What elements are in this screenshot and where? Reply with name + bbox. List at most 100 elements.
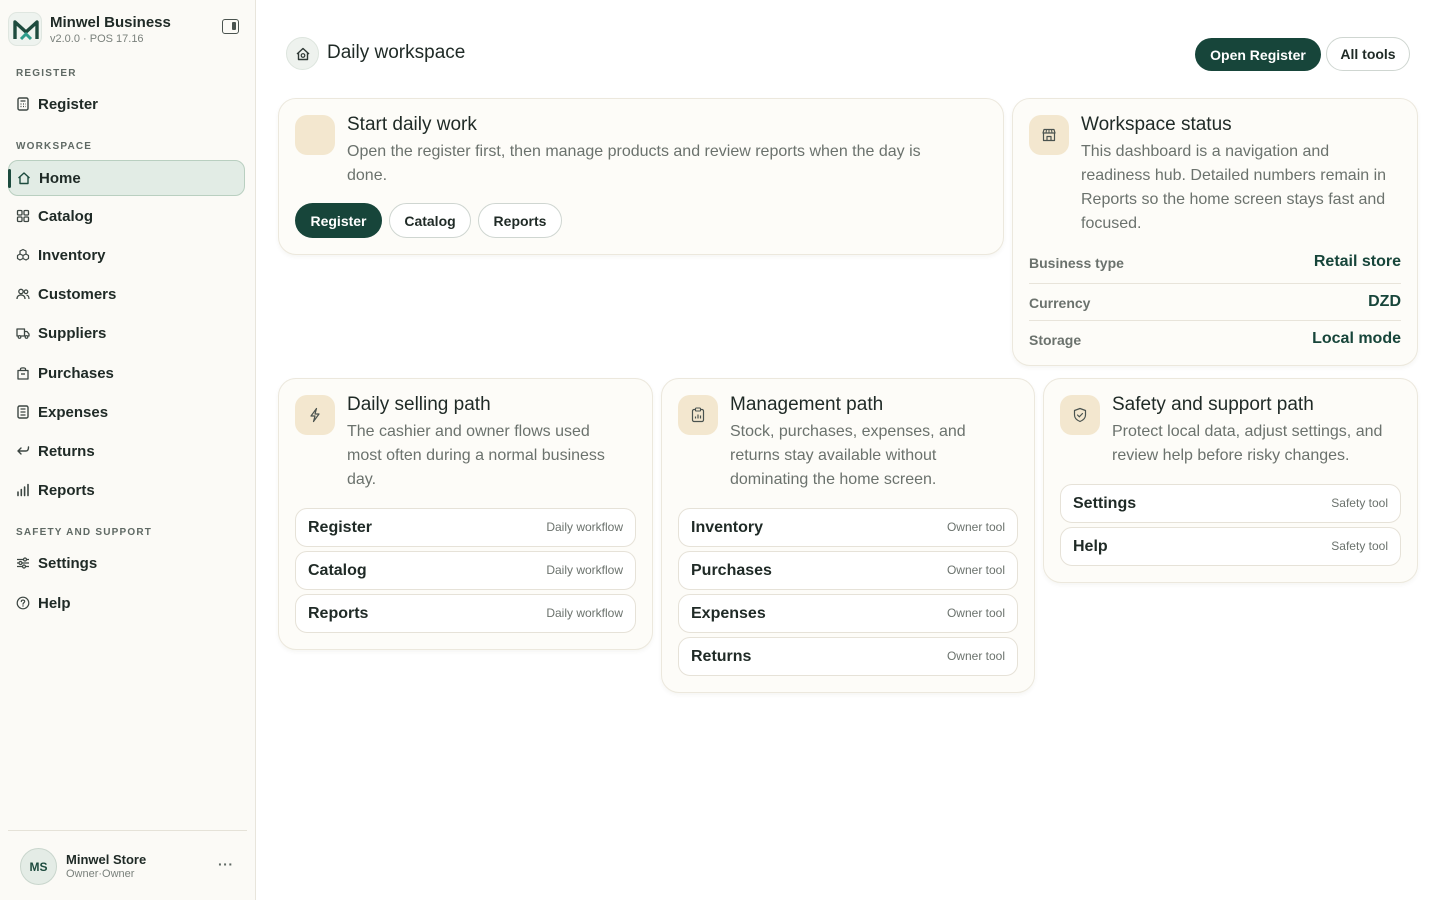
path-row-tag: Owner tool — [946, 520, 1005, 534]
path-row-catalog[interactable]: Catalog Daily workflow — [295, 551, 636, 590]
sidebar-item-label: Customers — [38, 286, 117, 303]
path-row-tag: Safety tool — [1331, 496, 1388, 510]
path-row-tag: Owner tool — [946, 649, 1005, 663]
card-description: The cashier and owner flows used most of… — [347, 423, 605, 488]
sidebar-item-inventory[interactable]: Inventory — [8, 238, 245, 274]
app-version: v2.0.0 · POS 17.16 — [50, 33, 144, 45]
catalog-icon — [16, 209, 30, 223]
home-icon — [18, 172, 30, 185]
card-description: This dashboard is a navigation and readi… — [1081, 143, 1387, 232]
path-row-label: Returns — [691, 648, 752, 665]
path-row-reports[interactable]: Reports Daily workflow — [295, 594, 636, 633]
sidebar-item-customers[interactable]: Customers — [8, 277, 245, 313]
storage-row: Storage Local mode — [1029, 320, 1401, 357]
sidebar-item-label: Purchases — [38, 365, 114, 382]
account-name: Minwel Store — [66, 852, 147, 867]
business-type-row: Business type Retail store — [1029, 244, 1401, 281]
card-title: Management path — [730, 394, 884, 415]
store-icon — [1029, 115, 1069, 155]
section-label-safety: SAFETY AND SUPPORT — [16, 527, 153, 538]
path-row-tag: Safety tool — [1331, 539, 1388, 553]
path-row-tag: Daily workflow — [546, 563, 623, 577]
sidebar-item-purchases[interactable]: Purchases — [8, 356, 245, 392]
currency-row: Currency DZD — [1029, 283, 1401, 320]
sidebar-item-returns[interactable]: Returns — [8, 434, 245, 470]
path-row-label: Settings — [1073, 495, 1137, 512]
sidebar-item-suppliers[interactable]: Suppliers — [8, 316, 245, 352]
row-value: DZD — [1368, 293, 1401, 310]
sidebar-item-home[interactable]: Home — [8, 160, 245, 196]
card-title: Workspace status — [1081, 114, 1232, 135]
sidebar-toggle-icon[interactable] — [222, 19, 239, 34]
card-title: Safety and support path — [1112, 394, 1314, 415]
expenses-icon — [17, 405, 29, 419]
purchases-icon — [17, 367, 29, 380]
card-description: Stock, purchases, expenses, and returns … — [730, 423, 966, 488]
sidebar-item-catalog[interactable]: Catalog — [8, 199, 245, 235]
path-row-label: Catalog — [308, 562, 367, 579]
reports-button[interactable]: Reports — [478, 203, 562, 238]
row-key: Business type — [1029, 255, 1124, 271]
all-tools-button[interactable]: All tools — [1326, 37, 1410, 71]
reports-icon — [17, 483, 29, 497]
clipboard-icon — [678, 395, 718, 435]
path-row-tag: Owner tool — [946, 606, 1005, 620]
suppliers-icon — [16, 328, 30, 339]
sidebar-item-label: Catalog — [38, 208, 94, 225]
path-row-tag: Daily workflow — [546, 520, 623, 534]
help-icon — [16, 596, 30, 610]
path-row-label: Inventory — [691, 519, 764, 536]
sidebar-item-label: Expenses — [38, 404, 109, 421]
path-row-help[interactable]: Help Safety tool — [1060, 527, 1401, 566]
row-key: Storage — [1029, 332, 1082, 348]
sidebar-divider — [8, 830, 247, 831]
inventory-icon — [16, 248, 30, 261]
path-row-returns[interactable]: Returns Owner tool — [678, 637, 1018, 676]
register-icon — [17, 97, 29, 111]
more-options-icon[interactable]: ··· — [218, 856, 234, 872]
card-description: Protect local data, adjust settings, and… — [1112, 423, 1383, 464]
sidebar-item-label: Home — [39, 170, 81, 187]
app-logo — [8, 12, 42, 46]
app-name: Minwel Business — [50, 14, 171, 31]
path-row-tag: Owner tool — [946, 563, 1005, 577]
path-row-register[interactable]: Register Daily workflow — [295, 508, 636, 547]
sidebar: Minwel Business v2.0.0 · POS 17.16 REGIS… — [0, 0, 256, 900]
account-menu[interactable]: MS Minwel Store Owner·Owner ··· — [20, 848, 244, 886]
open-register-button[interactable]: Open Register — [1195, 38, 1321, 71]
customers-icon — [16, 288, 30, 300]
lightning-icon — [295, 395, 335, 435]
path-row-purchases[interactable]: Purchases Owner tool — [678, 551, 1018, 590]
sidebar-item-label: Suppliers — [38, 325, 107, 342]
sidebar-item-reports[interactable]: Reports — [8, 473, 245, 509]
path-row-settings[interactable]: Settings Safety tool — [1060, 484, 1401, 523]
sidebar-item-label: Inventory — [38, 247, 106, 264]
account-role: Owner·Owner — [66, 868, 135, 880]
returns-icon — [17, 446, 30, 455]
start-work-icon — [295, 115, 335, 155]
avatar: MS — [20, 848, 57, 885]
workspace-status-card: Workspace status This dashboard is a nav… — [1012, 98, 1418, 366]
catalog-button[interactable]: Catalog — [389, 203, 471, 238]
card-title: Start daily work — [347, 114, 477, 135]
row-key: Currency — [1029, 295, 1091, 311]
workspace-icon — [286, 37, 319, 70]
sidebar-item-register[interactable]: Register — [8, 87, 245, 123]
section-label-register: REGISTER — [16, 68, 77, 79]
shield-icon — [1060, 395, 1100, 435]
section-label-workspace: WORKSPACE — [16, 141, 93, 152]
sidebar-item-label: Returns — [38, 443, 95, 460]
sidebar-item-help[interactable]: Help — [8, 586, 245, 622]
sidebar-item-label: Register — [38, 96, 99, 113]
path-row-inventory[interactable]: Inventory Owner tool — [678, 508, 1018, 547]
path-row-label: Purchases — [691, 562, 772, 579]
sidebar-item-expenses[interactable]: Expenses — [8, 395, 245, 431]
path-row-label: Expenses — [691, 605, 766, 622]
sidebar-item-settings[interactable]: Settings — [8, 546, 245, 582]
path-row-expenses[interactable]: Expenses Owner tool — [678, 594, 1018, 633]
register-button[interactable]: Register — [295, 203, 382, 238]
path-row-tag: Daily workflow — [546, 606, 623, 620]
row-value: Local mode — [1312, 330, 1401, 347]
safety-support-path-card: Safety and support path Protect local da… — [1043, 378, 1418, 583]
row-value: Retail store — [1313, 253, 1401, 270]
